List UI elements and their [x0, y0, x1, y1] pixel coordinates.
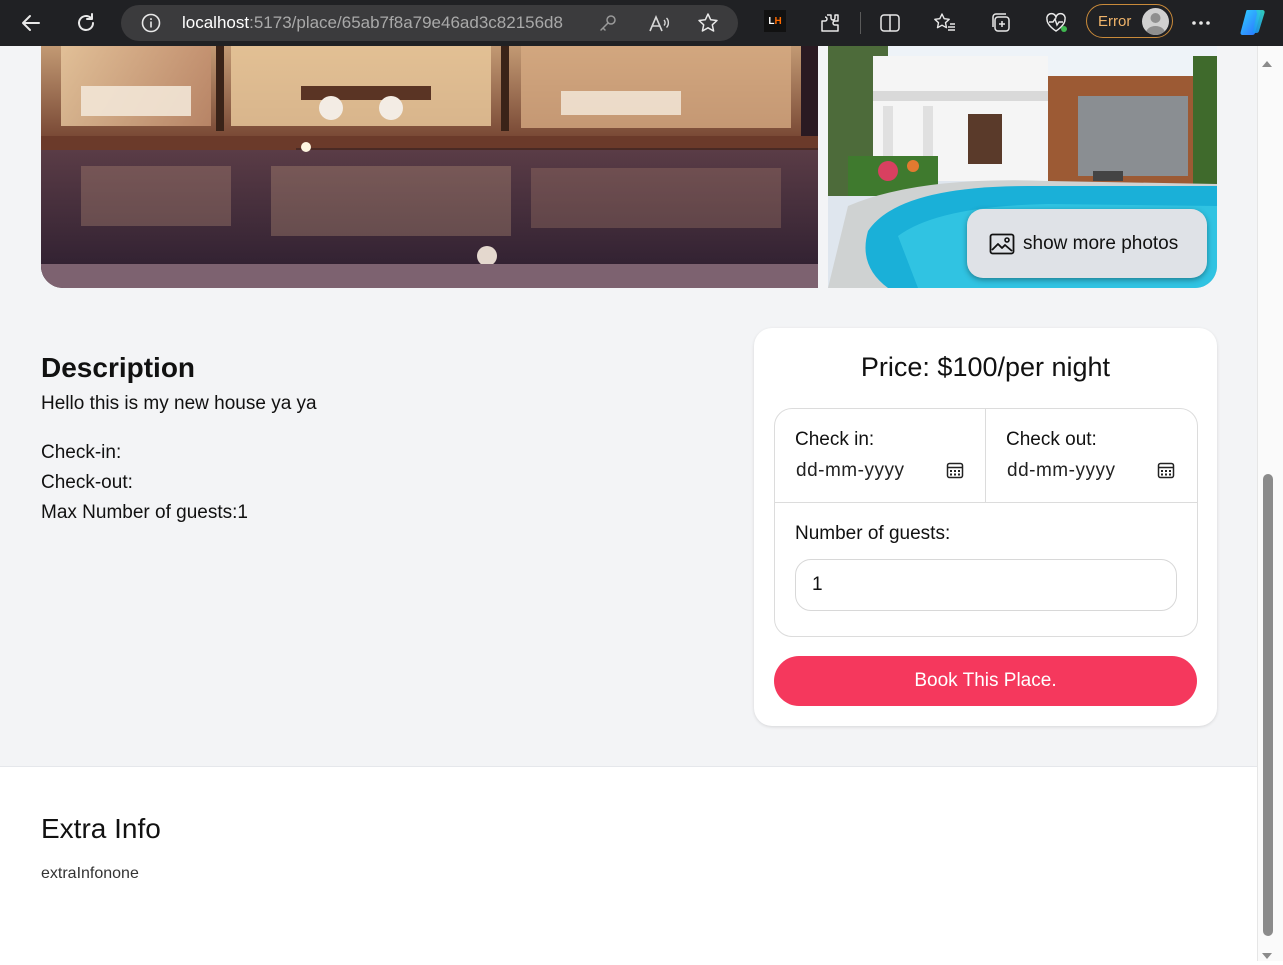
check-out-date-input[interactable]: dd-mm-yyyy	[1007, 457, 1175, 485]
extra-info-section: Extra Info extraInfonone	[0, 766, 1257, 961]
scroll-up-icon[interactable]	[1261, 54, 1273, 73]
toolbar-divider	[860, 12, 861, 34]
reload-icon[interactable]	[71, 8, 101, 38]
description-text: Hello this is my new house ya ya	[41, 393, 317, 414]
divider	[985, 409, 986, 502]
divider	[775, 502, 1197, 503]
place-page: show more photos Description Hello this …	[0, 46, 1257, 961]
show-more-photos-button[interactable]: show more photos	[967, 209, 1207, 278]
check-in-info: Check-in:	[41, 442, 122, 463]
guests-value: 1	[812, 574, 823, 595]
back-icon[interactable]	[16, 8, 46, 38]
booking-widget: Price: $100/per night Check in: dd-mm-yy…	[754, 328, 1217, 726]
main-photo[interactable]	[41, 46, 818, 288]
site-info-icon[interactable]	[141, 13, 161, 37]
avatar	[1142, 8, 1169, 35]
scrollbar-thumb[interactable]	[1263, 474, 1273, 936]
profile-error-button[interactable]: Error	[1086, 4, 1173, 38]
check-out-placeholder: dd-mm-yyyy	[1007, 460, 1116, 481]
max-guests-info: Max Number of guests:1	[41, 502, 248, 523]
guests-label: Number of guests:	[795, 523, 951, 544]
scroll-down-icon[interactable]	[1261, 946, 1273, 965]
lighthouse-extension-icon[interactable]: LH	[764, 10, 786, 32]
image-icon	[989, 233, 1015, 254]
show-more-photos-label: show more photos	[1023, 232, 1179, 254]
calendar-icon[interactable]	[946, 461, 964, 485]
extra-info-heading: Extra Info	[41, 813, 161, 844]
collections-icon[interactable]	[986, 8, 1016, 38]
more-menu-icon[interactable]	[1186, 8, 1216, 38]
check-in-label: Check in:	[795, 429, 875, 450]
check-in-placeholder: dd-mm-yyyy	[796, 460, 905, 481]
key-icon[interactable]	[599, 14, 618, 37]
split-screen-icon[interactable]	[875, 8, 905, 38]
check-out-info: Check-out:	[41, 472, 133, 493]
address-bar[interactable]: localhost:5173/place/65ab7f8a79e46ad3c82…	[121, 5, 738, 41]
check-in-date-input[interactable]: dd-mm-yyyy	[796, 457, 964, 485]
price-label: Price: $100/per night	[860, 352, 1111, 382]
booking-form: Check in: dd-mm-yyyy Check out: dd-mm-yy…	[774, 408, 1198, 637]
favorite-star-icon[interactable]	[697, 12, 719, 38]
calendar-icon[interactable]	[1157, 461, 1175, 485]
check-out-label: Check out:	[1006, 429, 1097, 450]
url-text: localhost:5173/place/65ab7f8a79e46ad3c82…	[182, 13, 563, 32]
favorites-icon[interactable]	[930, 8, 960, 38]
book-this-place-button[interactable]: Book This Place.	[774, 656, 1197, 706]
copilot-icon[interactable]	[1238, 6, 1270, 38]
description-heading: Description	[41, 352, 196, 383]
page-scrollbar[interactable]	[1257, 46, 1283, 961]
guests-input[interactable]: 1	[795, 559, 1177, 611]
read-aloud-icon[interactable]	[648, 14, 670, 38]
extra-info-text: extraInfonone	[41, 865, 139, 882]
browser-essentials-icon[interactable]	[1041, 8, 1071, 38]
extensions-icon[interactable]	[815, 8, 845, 38]
browser-toolbar: localhost:5173/place/65ab7f8a79e46ad3c82…	[0, 0, 1283, 46]
